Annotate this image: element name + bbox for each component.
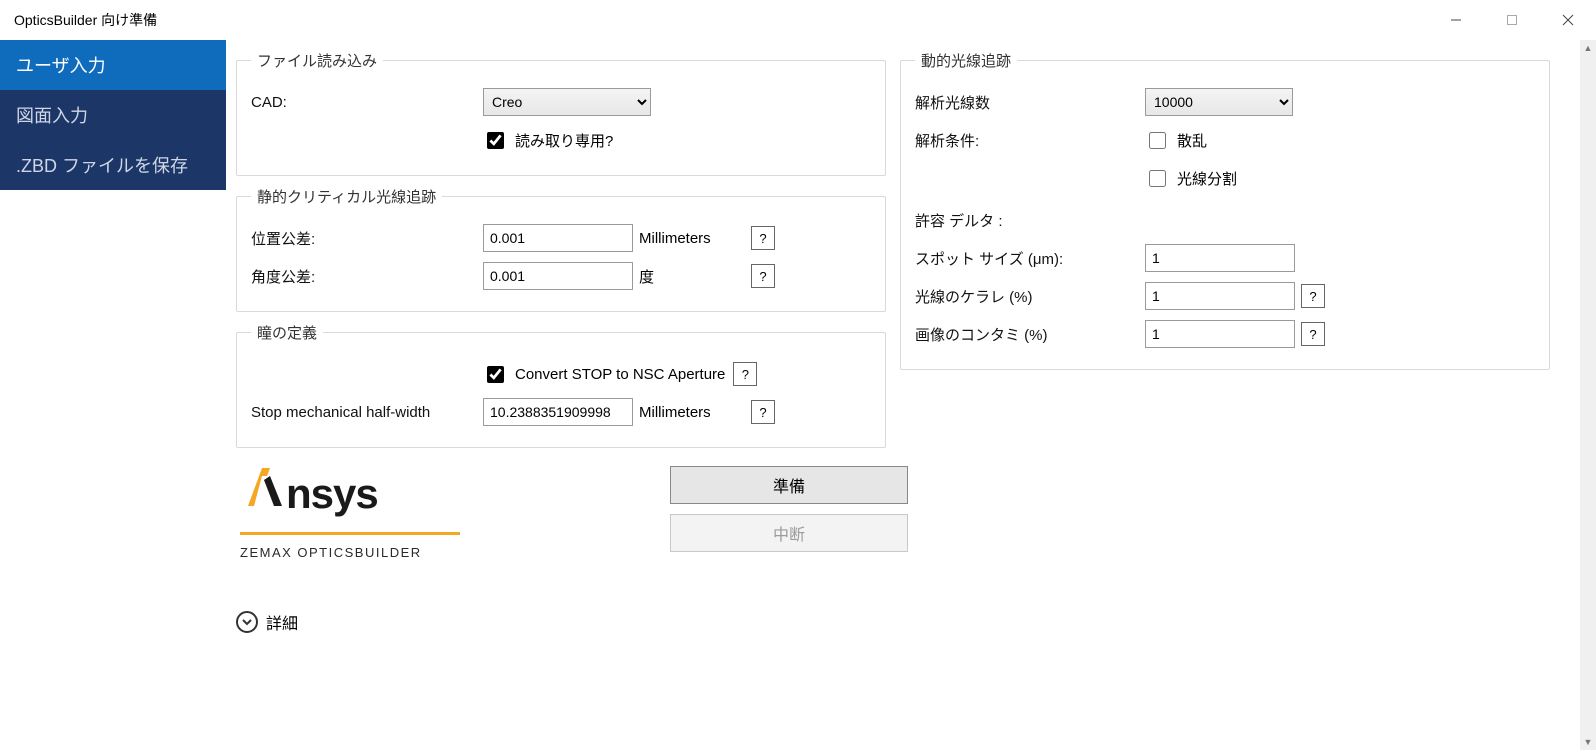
group-legend: 動的光線追跡 [915,50,1017,71]
cond-label: 解析条件: [915,130,1145,151]
scrollbar[interactable]: ▲ ▼ [1580,40,1596,750]
convert-stop-checkbox-input[interactable] [487,366,504,383]
window-controls [1428,0,1596,39]
group-legend: ファイル読み込み [251,50,383,71]
stop-hw-label: Stop mechanical half-width [251,404,483,421]
split-checkbox-input[interactable] [1149,170,1166,187]
stop-hw-input[interactable] [483,398,633,426]
details-label: 詳細 [266,610,298,634]
convert-stop-checkbox[interactable]: Convert STOP to NSC Aperture [483,363,725,386]
minimize-button[interactable] [1428,0,1484,40]
maximize-button[interactable] [1484,0,1540,40]
ang-tol-unit: 度 [639,266,739,287]
group-legend: 瞳の定義 [251,322,323,343]
chevron-down-icon [236,611,258,633]
ang-tol-label: 角度公差: [251,266,483,287]
sidebar-item-label: 図面入力 [16,102,88,128]
vignette-label: 光線のケラレ (%) [915,286,1145,307]
ang-tol-input[interactable] [483,262,633,290]
ray-count-label: 解析光線数 [915,92,1145,113]
window-title: OpticsBuilder 向け準備 [14,10,157,30]
spot-size-label: スポット サイズ (μm): [915,248,1145,269]
help-button[interactable]: ? [1301,322,1325,346]
scroll-up-icon[interactable]: ▲ [1580,40,1596,56]
titlebar: OpticsBuilder 向け準備 [0,0,1596,40]
spot-size-input[interactable] [1145,244,1295,272]
main-panel: ファイル読み込み CAD: Creo 読み取り専用? [226,40,1596,750]
sidebar-item-label: .ZBD ファイルを保存 [16,152,188,178]
group-legend: 静的クリティカル光線追跡 [251,186,442,207]
ansys-text: nsys [286,470,378,518]
sidebar-item-label: ユーザ入力 [16,52,106,78]
delta-label: 許容 デルタ : [915,210,1145,231]
readonly-checkbox-label: 読み取り専用? [515,130,613,151]
zemax-subtitle: ZEMAX OPTICSBUILDER [240,545,460,560]
pos-tol-unit: Millimeters [639,230,739,247]
ansys-a-icon [240,464,284,508]
vignette-input[interactable] [1145,282,1295,310]
sidebar-item-save-zbd[interactable]: .ZBD ファイルを保存 [0,140,226,190]
abort-button: 中断 [670,514,908,552]
ray-count-select[interactable]: 10000 [1145,88,1293,116]
details-expander[interactable]: 詳細 [236,610,886,634]
pos-tol-input[interactable] [483,224,633,252]
readonly-checkbox[interactable]: 読み取り専用? [483,129,613,152]
convert-stop-checkbox-label: Convert STOP to NSC Aperture [515,366,725,383]
scatter-checkbox-input[interactable] [1149,132,1166,149]
sidebar: ユーザ入力 図面入力 .ZBD ファイルを保存 [0,40,226,750]
group-pupil: 瞳の定義 Convert STOP to NSC Aperture ? Stop… [236,322,886,448]
cad-select[interactable]: Creo [483,88,651,116]
group-static-trace: 静的クリティカル光線追跡 位置公差: Millimeters ? 角度公差: 度… [236,186,886,312]
help-button[interactable]: ? [751,264,775,288]
stop-hw-unit: Millimeters [639,404,739,421]
group-file-load: ファイル読み込み CAD: Creo 読み取り専用? [236,50,886,176]
help-button[interactable]: ? [751,400,775,424]
close-button[interactable] [1540,0,1596,40]
group-dynamic-trace: 動的光線追跡 解析光線数 10000 解析条件: 散乱 [900,50,1550,370]
cad-label: CAD: [251,94,483,111]
split-checkbox[interactable]: 光線分割 [1145,167,1237,190]
sidebar-item-user-input[interactable]: ユーザ入力 [0,40,226,90]
scatter-checkbox-label: 散乱 [1177,130,1207,151]
help-button[interactable]: ? [733,362,757,386]
help-button[interactable]: ? [1301,284,1325,308]
sidebar-item-drawing-input[interactable]: 図面入力 [0,90,226,140]
contam-label: 画像のコンタミ (%) [915,324,1145,345]
help-button[interactable]: ? [751,226,775,250]
logo-and-actions: nsys ZEMAX OPTICSBUILDER 準備 中断 [240,464,886,560]
readonly-checkbox-input[interactable] [487,132,504,149]
logo-divider [240,532,460,535]
scatter-checkbox[interactable]: 散乱 [1145,129,1207,152]
scroll-down-icon[interactable]: ▼ [1580,734,1596,750]
ansys-logo: nsys ZEMAX OPTICSBUILDER [240,464,460,560]
prepare-button[interactable]: 準備 [670,466,908,504]
split-checkbox-label: 光線分割 [1177,168,1237,189]
pos-tol-label: 位置公差: [251,228,483,249]
contam-input[interactable] [1145,320,1295,348]
